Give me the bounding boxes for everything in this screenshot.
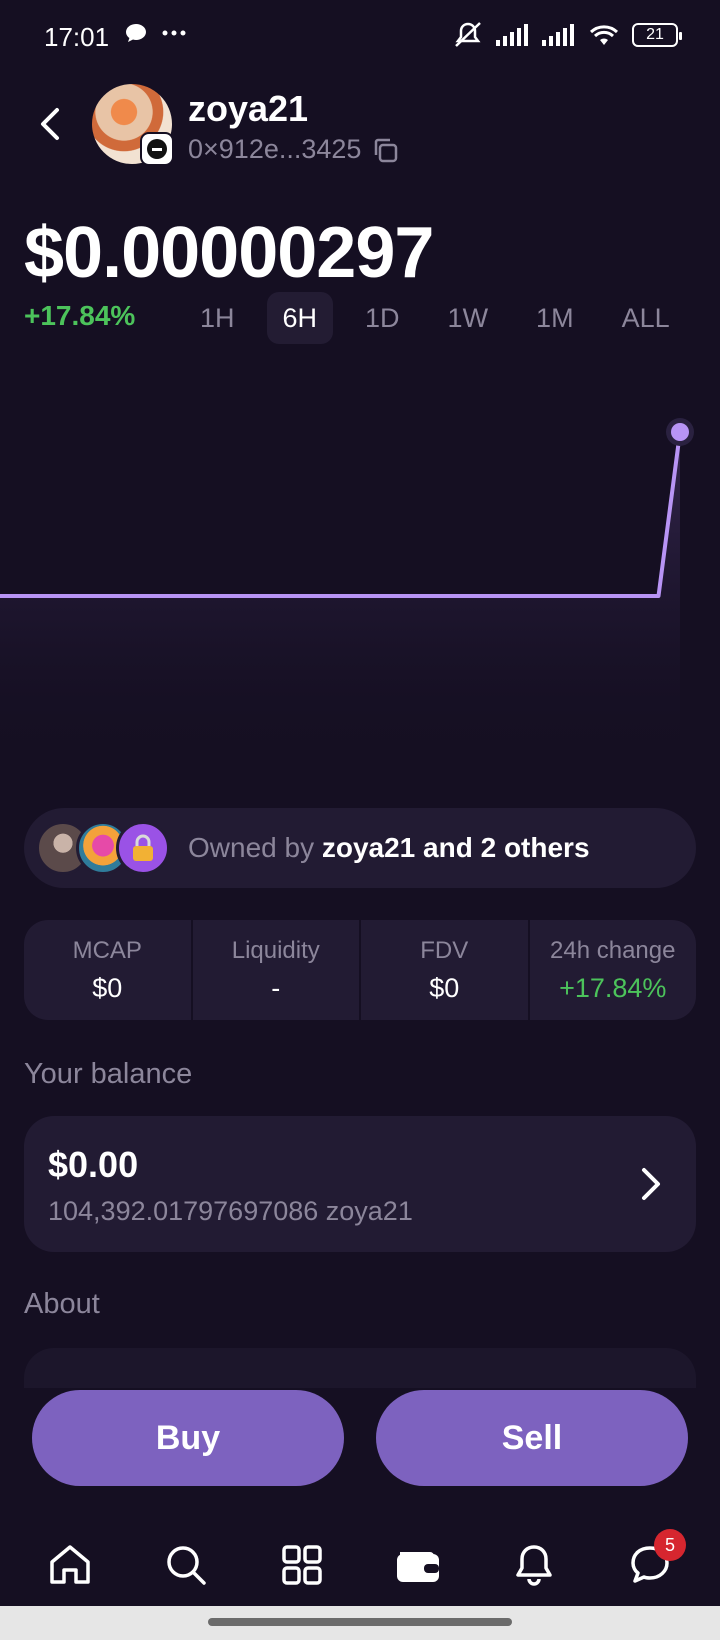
balance-section-title: Your balance bbox=[24, 1058, 193, 1090]
copy-icon[interactable] bbox=[371, 136, 399, 164]
signal-icon bbox=[542, 24, 574, 46]
back-button[interactable] bbox=[30, 104, 70, 144]
stat-cell: FDV $0 bbox=[361, 920, 528, 1020]
status-right-icons: 21 bbox=[452, 20, 682, 50]
price-change: +17.84% bbox=[24, 300, 136, 331]
stat-label: Liquidity bbox=[231, 936, 320, 964]
nav-apps[interactable] bbox=[270, 1533, 334, 1597]
owners-pill[interactable]: Owned by zoya21 and 2 others bbox=[24, 808, 696, 888]
lock-icon bbox=[116, 821, 170, 875]
stat-value: $0 bbox=[429, 972, 460, 1003]
token-price: $0.00000297 bbox=[24, 213, 434, 293]
stat-value: - bbox=[271, 972, 281, 1003]
tab-range-1h[interactable]: 1H bbox=[184, 292, 251, 344]
balance-usd: $0.00 bbox=[48, 1144, 139, 1185]
battery-level: 21 bbox=[646, 26, 664, 43]
tab-range-all[interactable]: ALL bbox=[606, 292, 686, 344]
chevron-left-icon bbox=[41, 108, 59, 140]
token-stats: MCAP $0 Liquidity - FDV $0 24h change +17.84% bbox=[24, 920, 696, 1020]
owners-emphasis: zoya21 and 2 others bbox=[321, 832, 590, 863]
about-section-title: About bbox=[24, 1288, 100, 1320]
balance-tokens: 104,392.01797697086 zoya21 bbox=[48, 1196, 413, 1226]
token-address: 0×912e...3425 bbox=[188, 134, 399, 165]
wifi-icon bbox=[588, 23, 620, 47]
owner-avatars bbox=[36, 821, 170, 875]
grid-icon bbox=[282, 1545, 322, 1585]
stat-cell: 24h change +17.84% bbox=[529, 920, 696, 1020]
status-left-icons bbox=[124, 22, 186, 44]
more-dots-icon bbox=[162, 30, 186, 36]
chat-badge: 5 bbox=[654, 1529, 686, 1561]
buy-button[interactable]: Buy bbox=[32, 1390, 344, 1486]
home-icon bbox=[50, 1545, 90, 1584]
wallet-icon bbox=[397, 1552, 439, 1582]
stat-label: MCAP bbox=[72, 936, 142, 964]
stat-label: FDV bbox=[420, 936, 469, 964]
time-range-tabs: 1H 6H 1D 1W 1M ALL bbox=[184, 292, 702, 344]
status-time: 17:01 bbox=[44, 22, 110, 52]
nav-chat[interactable]: 5 bbox=[618, 1529, 686, 1597]
sell-button[interactable]: Sell bbox=[376, 1390, 688, 1486]
tab-range-6h[interactable]: 6H bbox=[266, 292, 334, 344]
stat-cell: MCAP $0 bbox=[24, 920, 191, 1020]
token-name: zoya21 bbox=[188, 88, 309, 129]
tab-range-1d[interactable]: 1D bbox=[349, 292, 416, 344]
stat-value: +17.84% bbox=[559, 972, 667, 1003]
nav-search[interactable] bbox=[154, 1533, 218, 1597]
owners-text: Owned by zoya21 and 2 others bbox=[188, 832, 590, 864]
nav-home[interactable] bbox=[38, 1533, 102, 1597]
chart-area bbox=[0, 432, 680, 770]
signal-icon bbox=[496, 24, 528, 46]
stat-value: $0 bbox=[92, 972, 123, 1003]
tab-range-1w[interactable]: 1W bbox=[432, 292, 505, 344]
mute-icon bbox=[455, 22, 481, 47]
chat-bubble-icon bbox=[126, 24, 146, 42]
owners-prefix: Owned by bbox=[188, 832, 322, 863]
chain-badge-icon bbox=[140, 132, 174, 166]
bell-icon bbox=[516, 1545, 552, 1586]
battery-icon: 21 bbox=[632, 23, 682, 47]
tab-range-1m[interactable]: 1M bbox=[520, 292, 590, 344]
price-chart bbox=[0, 418, 694, 770]
bottom-nav: 5 bbox=[0, 1520, 720, 1610]
nav-notifications[interactable] bbox=[502, 1533, 566, 1597]
stat-label: 24h change bbox=[550, 936, 676, 964]
chevron-right-icon bbox=[642, 1168, 660, 1200]
chart-current-point bbox=[671, 423, 689, 441]
gesture-bar[interactable] bbox=[208, 1618, 512, 1626]
chart-line bbox=[0, 431, 682, 598]
search-icon bbox=[167, 1546, 206, 1585]
about-card bbox=[24, 1348, 696, 1388]
nav-wallet[interactable] bbox=[386, 1533, 450, 1597]
stat-cell: Liquidity - bbox=[192, 920, 359, 1020]
address-text: 0×912e...3425 bbox=[188, 134, 362, 164]
